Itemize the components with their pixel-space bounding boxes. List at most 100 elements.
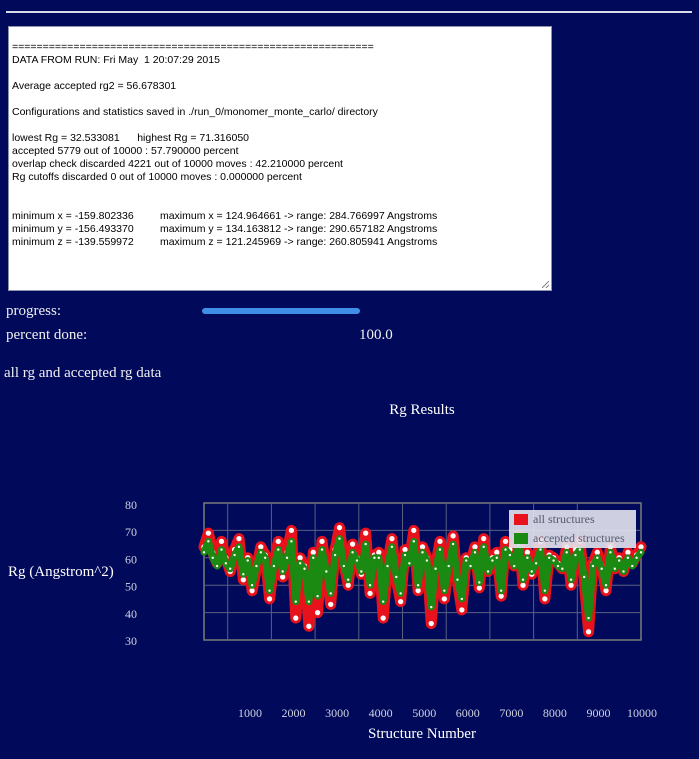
data-point xyxy=(328,591,333,596)
data-point xyxy=(387,534,397,543)
y-tick-label: 70 xyxy=(125,525,137,539)
x-tick-label: 6000 xyxy=(456,706,480,720)
data-point xyxy=(490,558,495,563)
data-point xyxy=(634,555,639,560)
data-point xyxy=(276,547,281,552)
data-point xyxy=(573,553,578,558)
data-point xyxy=(389,544,394,549)
legend-label: all structures xyxy=(533,512,595,526)
data-point xyxy=(503,547,508,552)
y-tick-label: 30 xyxy=(125,634,137,648)
data-point xyxy=(210,555,215,560)
data-point xyxy=(315,594,320,599)
y-tick-label: 80 xyxy=(125,498,137,512)
data-point xyxy=(481,544,486,549)
data-point xyxy=(468,564,473,569)
data-point xyxy=(204,528,213,538)
data-point xyxy=(446,564,451,569)
x-tick-label: 1000 xyxy=(238,706,262,720)
legend-swatch xyxy=(514,533,528,544)
data-point xyxy=(385,564,390,569)
data-point xyxy=(254,564,259,569)
data-point xyxy=(223,561,228,566)
data-point xyxy=(376,555,381,560)
data-point xyxy=(448,531,458,541)
data-point xyxy=(538,547,543,552)
x-tick-label: 5000 xyxy=(412,706,436,720)
data-point xyxy=(499,588,504,593)
data-point xyxy=(540,594,550,604)
data-point xyxy=(486,569,491,574)
data-point xyxy=(564,550,569,555)
data-point xyxy=(219,547,224,552)
data-point xyxy=(217,537,226,546)
data-point xyxy=(586,616,591,621)
rg-results-chart: 80 70 60 50 40 30 1000 2000 3000 4000 5000 6000 7000… xyxy=(125,498,657,720)
data-point xyxy=(285,555,290,560)
data-point xyxy=(416,583,421,588)
data-point xyxy=(363,542,368,547)
data-point xyxy=(263,555,268,560)
data-point xyxy=(335,523,344,532)
data-point xyxy=(507,553,512,558)
legend-label: accepted structures xyxy=(533,531,625,545)
legend-swatch xyxy=(514,514,528,525)
data-point xyxy=(333,553,338,558)
data-point xyxy=(368,583,373,588)
data-point xyxy=(265,594,274,604)
x-tick-label: 4000 xyxy=(369,706,393,720)
data-point xyxy=(346,577,351,582)
data-point xyxy=(365,589,375,598)
data-point xyxy=(501,537,510,546)
data-point xyxy=(241,572,246,577)
data-point xyxy=(215,564,220,569)
x-tick-label: 3000 xyxy=(325,706,349,720)
data-point xyxy=(494,555,499,560)
data-point xyxy=(433,566,438,571)
data-point xyxy=(232,553,237,558)
data-point xyxy=(621,569,626,574)
data-point xyxy=(403,553,408,558)
data-point xyxy=(298,561,303,566)
data-point xyxy=(630,564,635,569)
data-point xyxy=(595,555,600,560)
data-point xyxy=(271,564,276,569)
data-point xyxy=(424,558,429,563)
data-point xyxy=(420,550,425,555)
data-point xyxy=(341,564,346,569)
data-point xyxy=(234,534,244,543)
data-point xyxy=(577,547,582,552)
x-tick-label: 8000 xyxy=(543,706,567,720)
data-point xyxy=(479,534,488,543)
y-tick-label: 60 xyxy=(125,552,137,566)
data-point xyxy=(258,550,263,555)
data-point xyxy=(201,550,206,555)
data-point xyxy=(440,594,449,604)
data-point xyxy=(411,539,416,544)
data-point xyxy=(250,583,255,588)
data-point xyxy=(350,550,355,555)
data-point xyxy=(381,599,386,604)
data-point xyxy=(228,566,233,571)
data-point xyxy=(372,555,377,560)
data-point xyxy=(551,558,556,563)
data-point xyxy=(280,569,285,574)
data-point xyxy=(512,564,517,569)
data-point xyxy=(457,605,466,615)
data-point xyxy=(599,566,604,571)
data-point xyxy=(379,613,388,623)
data-point xyxy=(429,605,434,610)
data-point xyxy=(289,539,294,544)
data-point xyxy=(639,550,644,555)
data-point xyxy=(319,547,324,552)
data-point xyxy=(361,528,370,538)
data-point xyxy=(617,558,622,563)
data-point xyxy=(311,555,316,560)
data-point xyxy=(525,555,530,560)
data-point xyxy=(359,569,364,574)
data-point xyxy=(317,537,327,546)
data-point xyxy=(326,600,335,609)
data-point xyxy=(435,537,445,546)
data-point xyxy=(306,599,311,604)
data-point xyxy=(287,526,296,535)
